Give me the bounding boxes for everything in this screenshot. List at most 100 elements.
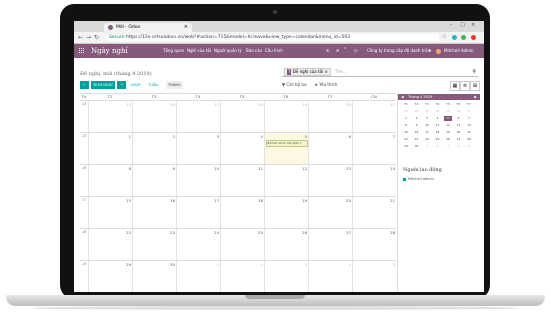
mini-day[interactable]: 24: [423, 137, 431, 142]
mini-day[interactable]: 8: [402, 123, 410, 128]
prev-button[interactable]: ←: [80, 81, 89, 89]
day-cell[interactable]: 27: [308, 229, 353, 261]
forward-icon[interactable]: →: [86, 32, 91, 43]
mini-day[interactable]: 1: [423, 144, 431, 149]
remove-facet-icon[interactable]: ×: [324, 69, 327, 74]
mini-day[interactable]: 30: [455, 109, 463, 114]
menu-manager[interactable]: Người quản lý: [214, 44, 242, 58]
mini-day[interactable]: 16: [413, 130, 421, 135]
scale-month-button[interactable]: THÁNG: [166, 81, 183, 89]
search-box[interactable]: T Đề nghị của tôi × Tìm... ⚲: [282, 68, 478, 77]
day-cell[interactable]: 3: [264, 261, 309, 292]
mini-day[interactable]: 19: [444, 130, 452, 135]
menu-configuration[interactable]: Cấu hình: [265, 44, 283, 58]
mini-day[interactable]: 28: [434, 109, 442, 114]
mini-day[interactable]: 1: [402, 116, 410, 121]
mini-day[interactable]: 31: [465, 109, 473, 114]
browser-tab[interactable]: Mời - Odoo ×: [104, 23, 192, 32]
day-cell[interactable]: 3: [176, 133, 221, 165]
day-cell[interactable]: 25: [220, 229, 265, 261]
scale-day-button[interactable]: NGÀY: [131, 81, 141, 89]
leave-event[interactable]: Mitchell Admin trên Nghỉ 1: [266, 140, 308, 147]
activity-icon[interactable]: ◷: [354, 44, 358, 58]
day-cell[interactable]: 26: [132, 101, 177, 133]
day-cell[interactable]: 18: [220, 197, 265, 229]
mini-day[interactable]: 3: [423, 116, 431, 121]
mini-day[interactable]: 25: [402, 109, 410, 114]
list-view-icon[interactable]: ≡: [460, 81, 470, 91]
day-cell[interactable]: 15: [88, 197, 133, 229]
close-window-icon[interactable]: ×: [471, 22, 475, 28]
phone-icon[interactable]: ✆: [326, 44, 329, 58]
day-cell[interactable]: 4: [220, 133, 265, 165]
day-cell[interactable]: 1: [176, 261, 221, 292]
day-cell[interactable]: 28: [220, 101, 265, 133]
day-cell[interactable]: 4: [308, 261, 353, 292]
day-cell[interactable]: 11: [220, 165, 265, 197]
day-cell[interactable]: 12: [264, 165, 309, 197]
mini-day[interactable]: 28: [465, 137, 473, 142]
day-cell[interactable]: 29: [264, 101, 309, 133]
bookmark-star-icon[interactable]: ☆: [442, 32, 446, 43]
mini-day[interactable]: 22: [402, 137, 410, 142]
mini-prev-icon[interactable]: ◀: [401, 94, 404, 100]
day-cell[interactable]: 5 Mitchell Admin trên Nghỉ 1: [264, 133, 309, 165]
mini-day[interactable]: 2: [434, 144, 442, 149]
day-cell[interactable]: 22: [88, 229, 133, 261]
mini-day[interactable]: 26: [413, 109, 421, 114]
employee-filter-item[interactable]: Mitchell Admin: [403, 177, 434, 181]
close-tab-icon[interactable]: ×: [184, 23, 188, 32]
debug-icon[interactable]: ✱: [428, 44, 431, 58]
day-cell[interactable]: 6: [308, 133, 353, 165]
mini-day[interactable]: 27: [455, 137, 463, 142]
mini-day[interactable]: 26: [444, 137, 452, 142]
day-cell[interactable]: 30: [308, 101, 353, 133]
day-cell[interactable]: 7: [352, 133, 397, 165]
user-menu[interactable]: Mitchell Admin: [444, 44, 474, 58]
mini-day[interactable]: 13: [455, 123, 463, 128]
mini-day[interactable]: 3: [444, 144, 452, 149]
day-cell[interactable]: 27: [176, 101, 221, 133]
day-cell[interactable]: 9: [132, 165, 177, 197]
mini-day[interactable]: 10: [423, 123, 431, 128]
day-cell[interactable]: 16: [132, 197, 177, 229]
mini-day[interactable]: 29: [402, 144, 410, 149]
mini-day[interactable]: 4: [434, 116, 442, 121]
search-input[interactable]: Tìm...: [335, 69, 346, 74]
extension-icon[interactable]: [452, 35, 457, 40]
day-cell[interactable]: 14: [352, 165, 397, 197]
menu-my-leaves[interactable]: Nghỉ của tôi: [187, 44, 211, 58]
day-cell[interactable]: 29: [88, 261, 133, 292]
menu-overview[interactable]: Tổng quan: [163, 44, 184, 58]
mini-day[interactable]: 15: [402, 130, 410, 135]
mini-day[interactable]: 27: [423, 109, 431, 114]
day-cell[interactable]: 17: [176, 197, 221, 229]
back-icon[interactable]: ←: [78, 32, 83, 43]
day-cell[interactable]: 28: [352, 229, 397, 261]
mini-day[interactable]: 4: [455, 144, 463, 149]
company-switcher[interactable]: Công ty trang cấp độ danh trả: [367, 44, 428, 58]
next-button[interactable]: →: [117, 81, 126, 89]
mini-day[interactable]: 14: [465, 123, 473, 128]
apps-menu-icon[interactable]: [79, 48, 85, 54]
minimize-icon[interactable]: –: [450, 22, 453, 28]
mini-next-icon[interactable]: ▶: [474, 94, 477, 100]
day-cell[interactable]: 26: [264, 229, 309, 261]
mini-day[interactable]: 6: [455, 116, 463, 121]
reload-icon[interactable]: ↻: [94, 32, 99, 43]
mini-day[interactable]: 5: [465, 144, 473, 149]
favorites-dropdown[interactable]: ★ Yêu thích: [314, 82, 337, 87]
profile-icon[interactable]: [471, 35, 476, 40]
day-cell[interactable]: 2: [132, 133, 177, 165]
mini-day[interactable]: 2: [413, 116, 421, 121]
day-cell[interactable]: 30: [132, 261, 177, 292]
search-icon[interactable]: ⚲: [472, 68, 476, 76]
mini-day[interactable]: 7: [465, 116, 473, 121]
day-cell[interactable]: 1: [88, 133, 133, 165]
calendar-view-icon[interactable]: ▦: [450, 81, 460, 91]
mini-day[interactable]: 21: [465, 130, 473, 135]
day-cell[interactable]: 23: [132, 229, 177, 261]
url-field[interactable]: Secure https://12e.ortsolution.vn/web?#a…: [106, 34, 439, 41]
mini-day[interactable]: 23: [413, 137, 421, 142]
checkbox-icon[interactable]: [403, 177, 406, 181]
